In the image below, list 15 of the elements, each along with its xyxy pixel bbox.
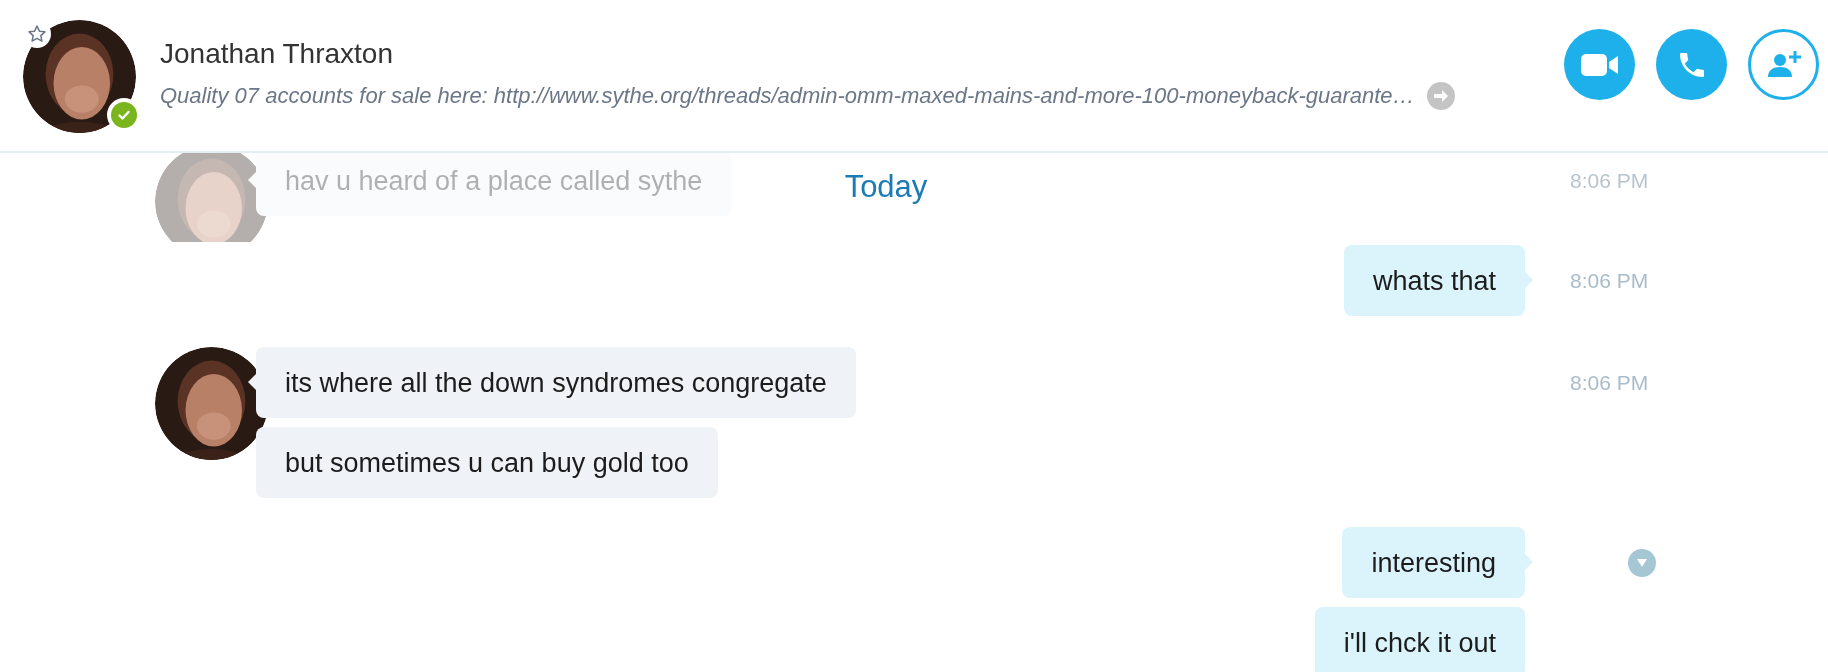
- bubble-tail: [248, 374, 256, 390]
- dropdown-button[interactable]: [1628, 548, 1656, 577]
- mood-message: Quality 07 accounts for sale here: http://www.sythe.org/threads/admin-omm-maxed-mains-and-more-100-moneyback-guarante…: [160, 82, 1415, 109]
- message-time: 8:06 PM: [1570, 268, 1649, 293]
- bubble-tail: [248, 172, 256, 188]
- contact-name: Jonathan Thraxton: [160, 37, 394, 70]
- message-time: 8:06 PM: [1570, 168, 1649, 193]
- caret-icon: [1637, 558, 1647, 567]
- message-time: 8:06 PM: [1570, 370, 1649, 395]
- message-bubble: i'll chck it out: [1314, 607, 1525, 672]
- bubble-tail: [1525, 272, 1533, 288]
- message-bubble: but sometimes u can buy gold too: [256, 427, 718, 498]
- bubble-tail: [1525, 554, 1533, 570]
- video-camera-icon: [1580, 51, 1619, 78]
- date-divider: Today: [844, 169, 928, 205]
